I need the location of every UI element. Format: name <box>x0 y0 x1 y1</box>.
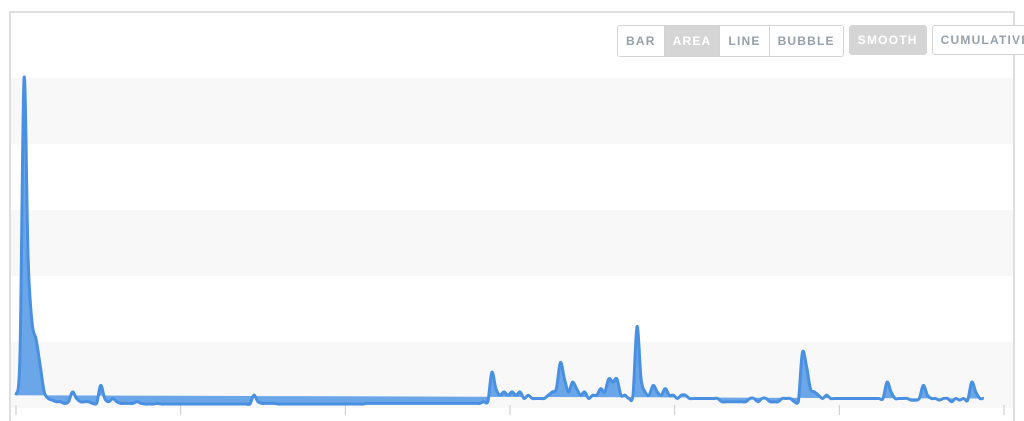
area-button[interactable]: AREA <box>664 26 721 56</box>
series-area <box>16 76 984 405</box>
smooth-button[interactable]: SMOOTH <box>848 25 927 55</box>
x-axis-ticks <box>15 405 1005 415</box>
bubble-button[interactable]: BUBBLE <box>769 26 843 56</box>
chart-type-group: BAR AREA LINE BUBBLE <box>617 25 844 57</box>
line-button[interactable]: LINE <box>720 26 770 56</box>
series-line <box>14 75 985 406</box>
bar-button[interactable]: BAR <box>618 26 665 56</box>
cumulative-button[interactable]: CUMULATIVE <box>931 25 1024 55</box>
chart-toolbar: BAR AREA LINE BUBBLE SMOOTH CUMULATIVE <box>617 25 1024 57</box>
area-chart <box>14 75 1005 415</box>
